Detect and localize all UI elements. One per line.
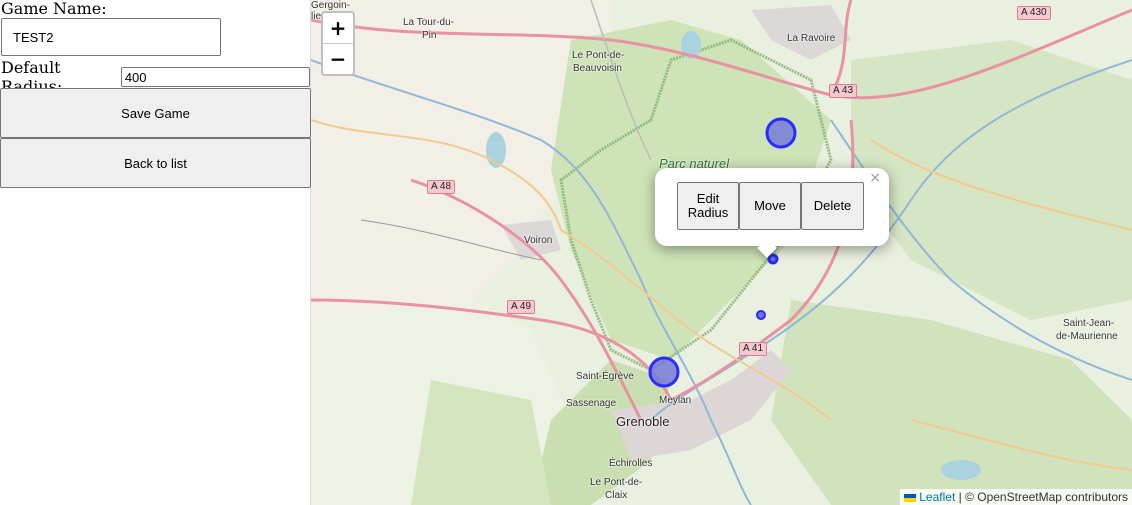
delete-button[interactable]: Delete <box>801 182 864 230</box>
close-icon[interactable]: × <box>869 170 881 186</box>
road-shield: A 48 <box>427 180 456 194</box>
place-label: Saint-Égrève <box>576 371 634 382</box>
place-label: Beauvoisin <box>573 63 622 74</box>
default-radius-input[interactable] <box>120 67 310 87</box>
zone-marker-small[interactable] <box>756 310 766 320</box>
map-view[interactable]: Gergoin- lieu La Tour-du- Pin Le Pont-de… <box>311 0 1132 505</box>
save-game-button[interactable]: Save Game <box>0 88 311 138</box>
zone-marker-selected[interactable] <box>767 253 779 265</box>
game-name-label: Game Name: <box>1 0 107 18</box>
osm-attribution: OpenStreetMap contributors <box>977 490 1128 504</box>
place-label: Voiron <box>524 235 553 246</box>
attribution-separator: | © <box>955 490 978 504</box>
place-label: Sassenage <box>566 398 617 409</box>
place-label: Meylan <box>659 395 692 406</box>
road-shield: A 49 <box>507 300 536 314</box>
place-label: de-Maurienne <box>1056 331 1118 342</box>
road-shield: A 43 <box>829 84 858 98</box>
place-label: Le Pont-de- <box>590 477 643 488</box>
road-shield: A 430 <box>1017 6 1051 20</box>
game-name-input[interactable] <box>1 18 221 56</box>
place-label: Claix <box>605 490 628 501</box>
default-radius-row: Default Radius: <box>1 58 310 96</box>
road-shield: A 41 <box>739 342 768 356</box>
place-label: Grenoble <box>616 414 670 429</box>
map-tiles <box>311 0 1132 505</box>
zoom-control: + − <box>321 11 355 76</box>
zone-marker-north[interactable] <box>765 117 797 149</box>
place-label: Le Pont-de- <box>572 50 625 61</box>
place-label: Gergoin- <box>311 0 350 11</box>
leaflet-link[interactable]: Leaflet <box>919 490 955 504</box>
ukraine-flag-icon <box>904 493 917 502</box>
move-button[interactable]: Move <box>739 182 801 230</box>
zoom-out-button[interactable]: − <box>323 44 353 74</box>
map-attribution: Leaflet | © OpenStreetMap contributors <box>900 489 1132 505</box>
place-label: Saint-Jean- <box>1063 318 1115 329</box>
edit-radius-label: Edit Radius <box>687 191 729 220</box>
edit-radius-button[interactable]: Edit Radius <box>677 182 739 230</box>
place-label: La Ravoire <box>787 33 836 44</box>
zone-marker-south[interactable] <box>648 356 680 388</box>
place-label: Échirolles <box>609 458 653 469</box>
marker-popup: × Edit Radius Move Delete <box>655 168 889 258</box>
place-label: Pin <box>422 30 437 41</box>
back-to-list-button[interactable]: Back to list <box>0 138 311 188</box>
game-form-panel: Game Name: Default Radius: Save Game Bac… <box>0 0 311 505</box>
zoom-in-button[interactable]: + <box>323 13 353 44</box>
place-label: La Tour-du- <box>403 17 454 28</box>
